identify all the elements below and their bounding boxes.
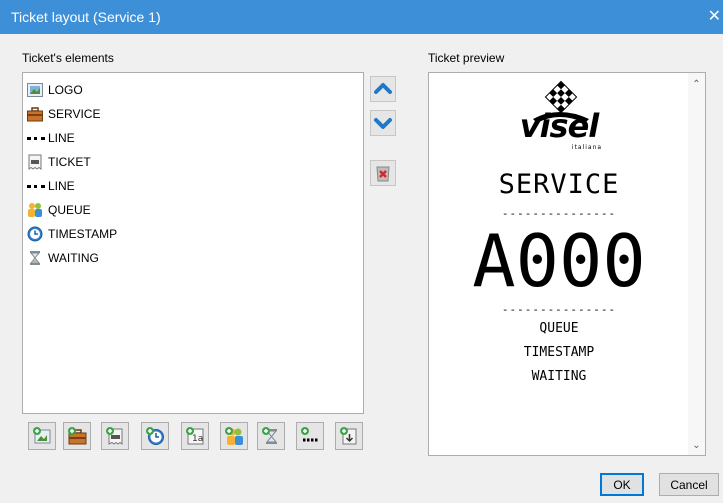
add-timestamp-icon	[146, 427, 164, 445]
add-cut-icon	[340, 427, 357, 445]
preview-line: ---------------	[501, 303, 617, 316]
image-icon	[27, 82, 43, 98]
add-waiting-icon	[262, 427, 278, 444]
preview-service: SERVICE	[498, 169, 620, 200]
add-service-button[interactable]	[63, 422, 91, 450]
logo-subtext: italiana	[571, 144, 603, 151]
line-icon	[27, 184, 45, 188]
add-text-icon: 1a	[186, 427, 204, 445]
list-item-label: LINE	[48, 179, 75, 193]
list-item-label: WAITING	[48, 251, 99, 265]
svg-text:1a: 1a	[192, 434, 203, 444]
briefcase-icon	[27, 106, 43, 122]
list-item-label: LOGO	[48, 83, 83, 97]
list-item-label: TICKET	[48, 155, 91, 169]
add-ticket-icon	[106, 427, 123, 445]
logo-text: visel	[519, 107, 600, 145]
scroll-down-icon[interactable]: ⌄	[688, 440, 705, 451]
list-item-line[interactable]: LINE	[27, 128, 75, 148]
preview-label: Ticket preview	[428, 51, 505, 65]
list-item-logo[interactable]: LOGO	[27, 80, 83, 100]
add-line-icon	[301, 427, 319, 442]
clock-icon	[27, 226, 43, 242]
add-text-button[interactable]: 1a	[181, 422, 209, 450]
add-service-icon	[68, 427, 87, 445]
list-item-line[interactable]: LINE	[27, 176, 75, 196]
cancel-button[interactable]: Cancel	[659, 473, 719, 496]
move-up-icon	[374, 83, 392, 94]
preview-queue: QUEUE	[539, 321, 579, 336]
people-icon	[27, 202, 43, 218]
ticket-preview: visel italiana SERVICE --------------- A…	[428, 72, 706, 456]
hourglass-icon	[27, 250, 43, 266]
add-timestamp-button[interactable]	[141, 422, 169, 450]
list-item-label: QUEUE	[48, 203, 91, 217]
preview-waiting: WAITING	[531, 369, 587, 384]
delete-icon	[376, 166, 390, 182]
line-icon	[27, 136, 45, 140]
add-queue-button[interactable]	[220, 422, 248, 450]
move-up-button[interactable]	[370, 76, 396, 102]
preview-scrollbar[interactable]: ⌃ ⌄	[688, 73, 705, 455]
scroll-up-icon[interactable]: ⌃	[688, 79, 705, 90]
move-down-icon	[374, 118, 392, 129]
title-bar: Ticket layout (Service 1) ✕	[0, 0, 723, 34]
window-title: Ticket layout (Service 1)	[11, 9, 161, 25]
elements-label: Ticket's elements	[22, 51, 114, 65]
list-item-label: SERVICE	[48, 107, 101, 121]
add-waiting-button[interactable]	[257, 422, 285, 450]
add-cut-button[interactable]	[335, 422, 363, 450]
delete-button[interactable]	[370, 160, 396, 186]
list-item-timestamp[interactable]: TIMESTAMP	[27, 224, 117, 244]
preview-timestamp: TIMESTAMP	[523, 345, 595, 360]
list-item-ticket[interactable]: TICKET	[27, 152, 91, 172]
elements-list[interactable]: LOGO SERVICE LINE TICKET LINE QUEUE TIME…	[22, 72, 364, 414]
list-item-queue[interactable]: QUEUE	[27, 200, 91, 220]
add-logo-button[interactable]	[28, 422, 56, 450]
move-down-button[interactable]	[370, 110, 396, 136]
close-icon[interactable]: ✕	[708, 6, 721, 26]
list-item-label: LINE	[48, 131, 75, 145]
add-ticket-button[interactable]	[101, 422, 129, 450]
add-line-button[interactable]	[296, 422, 324, 450]
ticket-icon	[27, 154, 43, 170]
list-item-service[interactable]: SERVICE	[27, 104, 100, 124]
list-item-label: TIMESTAMP	[48, 227, 118, 241]
preview-ticket-number: A000	[472, 219, 646, 303]
add-queue-icon	[225, 427, 243, 445]
list-item-waiting[interactable]: WAITING	[27, 248, 99, 268]
add-logo-icon	[33, 427, 51, 444]
ok-button[interactable]: OK	[600, 473, 644, 496]
